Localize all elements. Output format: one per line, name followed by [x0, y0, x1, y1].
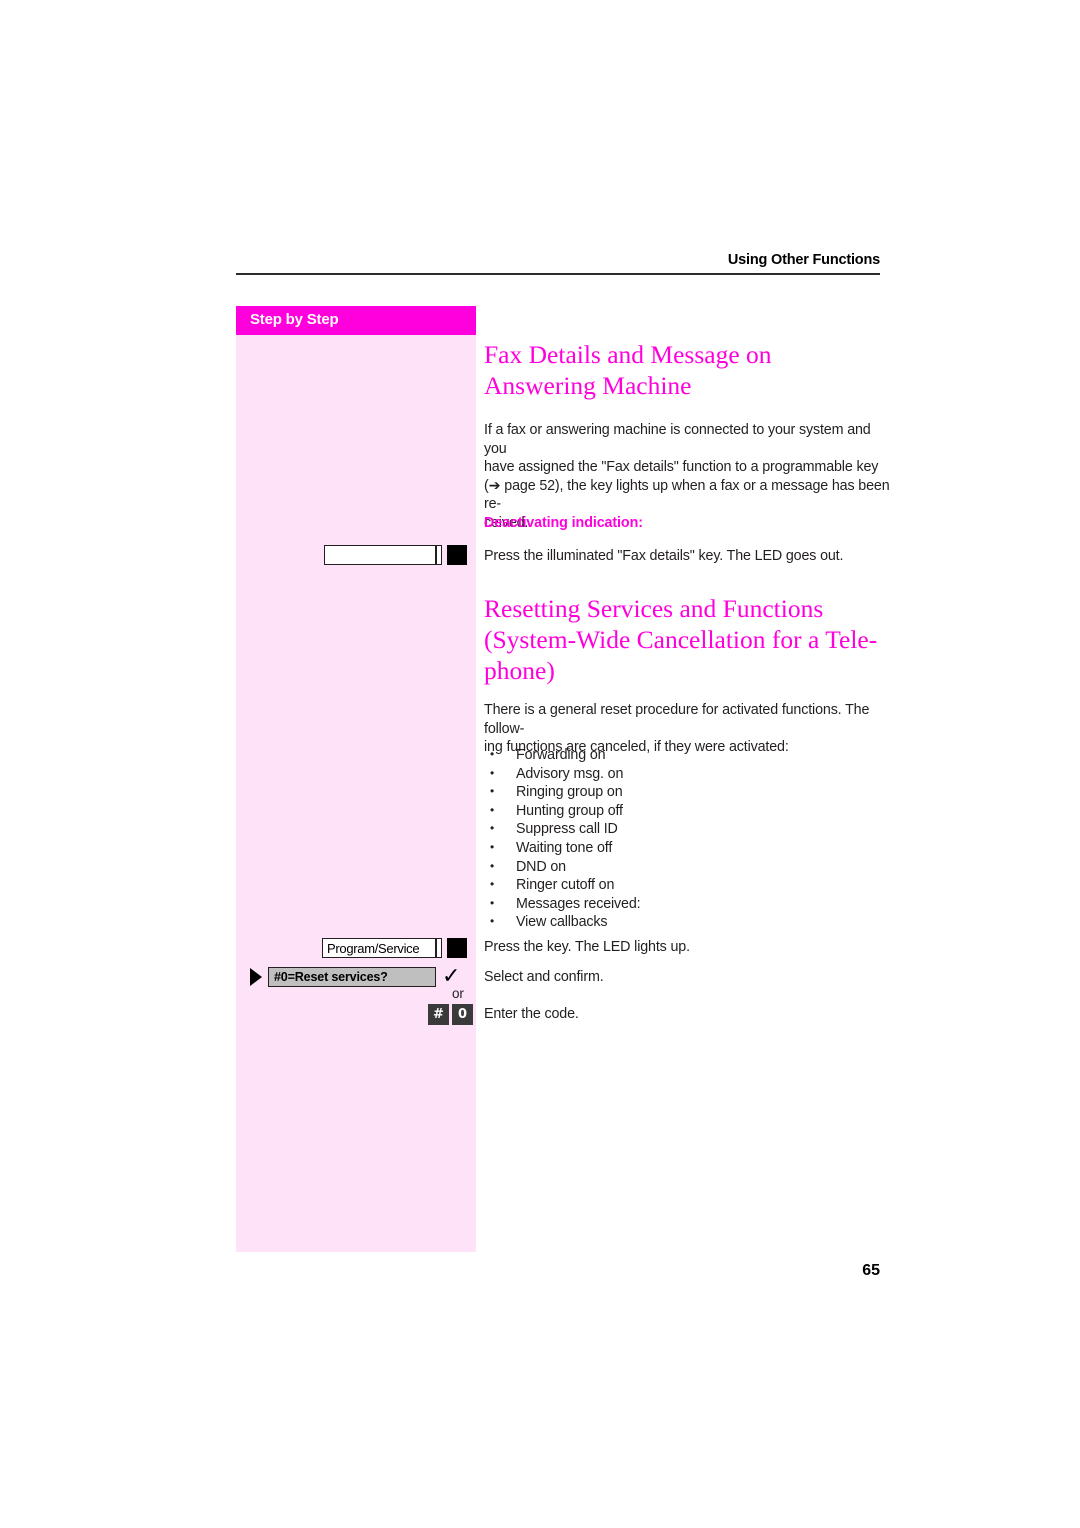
section-two-intro-line-1: There is a general reset procedure for a… [484, 702, 870, 737]
running-header: Using Other Functions [727, 252, 880, 268]
scroll-marker-triangle-icon [250, 968, 262, 986]
program-service-key-text: Program/Service [327, 940, 420, 956]
manual-page: Using Other Functions Step by Step Fax D… [0, 0, 1080, 1528]
enter-code-step-caption: Enter the code. [484, 1006, 579, 1022]
page-number: 65 [862, 1262, 880, 1279]
key-label-notch [435, 546, 437, 564]
section-one-heading: Fax Details and Message on Answering Mac… [484, 340, 772, 400]
header-rule [236, 273, 880, 275]
program-service-key-widget[interactable]: Program/Service [322, 938, 467, 958]
intro-line-2: have assigned the "Fax details" function… [484, 459, 879, 476]
list-item: Hunting group off [484, 801, 884, 821]
list-item-label: View callbacks [516, 914, 608, 931]
program-service-key-label[interactable]: Program/Service [322, 938, 442, 958]
code-keypad-widget[interactable]: # 0 [428, 1004, 473, 1025]
list-item: Forwarding on [484, 745, 884, 765]
key-led-indicator [447, 545, 467, 565]
select-confirm-step-caption: Select and confirm. [484, 969, 604, 985]
list-item-label: Ringing group on [516, 784, 623, 801]
reset-services-display-widget[interactable]: #0=Reset services? ✓ [250, 966, 460, 988]
list-item-label: Messages received: [516, 895, 641, 912]
list-item: DND on [484, 857, 884, 877]
list-item: View callbacks [484, 912, 884, 932]
section-two-heading-line-2: (System-Wide Cancellation for a Tele- [484, 625, 878, 654]
list-item: Suppress call ID [484, 819, 884, 839]
section-two-heading-line-3: phone) [484, 656, 555, 685]
confirm-checkmark-icon[interactable]: ✓ [442, 966, 460, 988]
section-one-step-caption: Press the illuminated "Fax details" key.… [484, 548, 844, 564]
list-item: Advisory msg. on [484, 764, 884, 784]
list-item-label: Ringer cutoff on [516, 877, 615, 894]
canceled-functions-list: Forwarding on Advisory msg. on Ringing g… [484, 745, 884, 932]
list-item: Ringer cutoff on [484, 875, 884, 895]
intro-line-3-suffix: page 52), the key lights up when a fax o… [484, 477, 890, 513]
keypad-key-zero[interactable]: 0 [452, 1004, 473, 1025]
list-item-label: Advisory msg. on [516, 765, 624, 782]
step-by-step-column [236, 306, 476, 1252]
section-two-heading: Resetting Services and Functions (System… [484, 593, 889, 686]
keypad-key-hash[interactable]: # [428, 1004, 449, 1025]
reset-services-display-line[interactable]: #0=Reset services? [268, 967, 436, 987]
step-by-step-title: Step by Step [236, 306, 476, 335]
list-item-label: Suppress call ID [516, 821, 618, 838]
list-item: Ringing group on [484, 782, 884, 802]
list-item: Messages received: [484, 894, 884, 914]
program-service-step-caption: Press the key. The LED lights up. [484, 939, 690, 955]
list-item-label: Forwarding on [516, 747, 606, 763]
deactivating-indication-subhead: Deactivating indication: [484, 515, 643, 531]
section-two-heading-line-1: Resetting Services and Functions [484, 594, 824, 623]
page-reference-arrow-icon: ➔ [488, 477, 501, 494]
key-label-notch [435, 939, 437, 957]
list-item-label: Waiting tone off [516, 839, 613, 856]
key-label-field[interactable] [324, 545, 442, 565]
list-item: Waiting tone off [484, 838, 884, 858]
program-service-led-indicator [447, 938, 467, 958]
list-item-label: DND on [516, 858, 566, 875]
fax-details-key-widget[interactable] [324, 545, 467, 565]
or-separator-label: or [452, 986, 464, 1001]
list-item-label: Hunting group off [516, 802, 623, 819]
intro-line-1: If a fax or answering machine is connect… [484, 422, 871, 457]
